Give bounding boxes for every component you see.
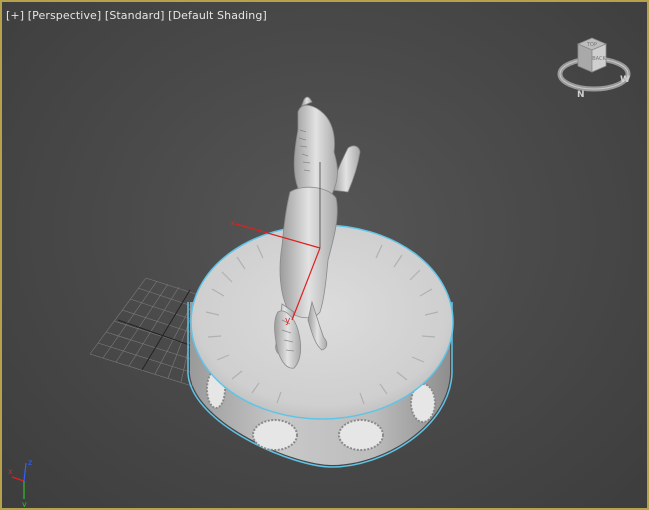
axis-tripod: x y z	[8, 458, 32, 507]
home-grid	[89, 277, 200, 387]
viewcube[interactable]: TOP BACK N W	[554, 32, 636, 102]
rosette-2	[252, 419, 298, 451]
viewcube-box: TOP BACK	[576, 37, 608, 73]
gizmo-y-label: y	[285, 316, 291, 326]
axis-z-label: z	[28, 458, 32, 467]
axis-x-label: x	[8, 467, 13, 476]
perspective-viewport[interactable]: [+] [Perspective] [Standard] [Default Sh…	[0, 0, 649, 510]
viewcube-compass-n[interactable]: N	[577, 90, 585, 100]
scene-canvas[interactable]: x y	[2, 2, 647, 508]
rosette-3	[338, 419, 384, 451]
viewcube-face-top[interactable]: TOP	[586, 42, 597, 48]
viewcube-face-back[interactable]: BACK	[592, 56, 606, 62]
gizmo-x-label: x	[230, 219, 236, 229]
viewcube-compass-w[interactable]: W	[620, 75, 630, 85]
axis-y-label: y	[22, 500, 27, 507]
